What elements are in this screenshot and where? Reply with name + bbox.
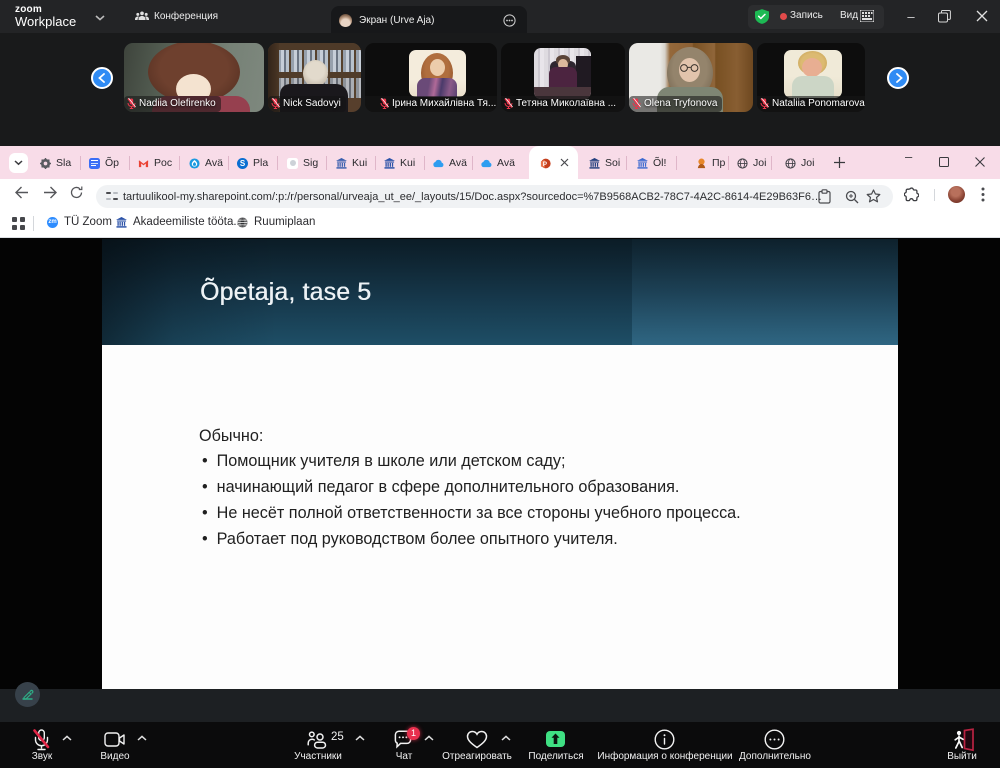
svg-text:P: P: [543, 160, 548, 167]
